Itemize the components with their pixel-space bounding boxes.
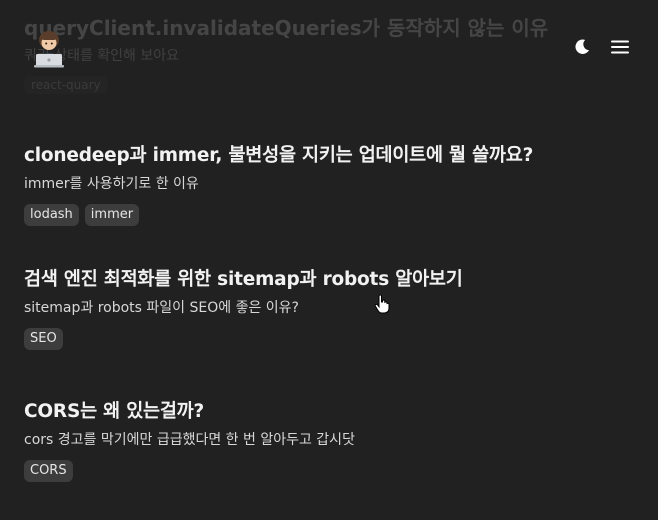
post-description: immer를 사용하기로 한 이유 [24, 176, 199, 192]
post-description: sitemap과 robots 파일이 SEO에 좋은 이유? [24, 300, 299, 316]
hand-pointer-icon [374, 294, 390, 314]
post-title[interactable]: CORS는 왜 있는걸까? [24, 399, 355, 425]
header-actions [572, 37, 630, 57]
tag-seo[interactable]: SEO [24, 328, 63, 350]
post-title[interactable]: clonedeep과 immer, 불변성을 지키는 업데이트에 뭘 쓸까요? [24, 143, 533, 169]
post-card[interactable]: clonedeep과 immer, 불변성을 지키는 업데이트에 뭘 쓸까요? … [24, 143, 533, 226]
blog-page: queryClient.invalidateQueries가 동작하지 않는 이… [0, 0, 658, 520]
tag-cors[interactable]: CORS [24, 460, 73, 482]
hamburger-menu-icon[interactable] [610, 37, 630, 57]
post-description: cors 경고를 막기에만 급급했다면 한 번 알아두고 갑시닷 [24, 432, 355, 448]
post-card[interactable]: 검색 엔진 최적화를 위한 sitemap과 robots 알아보기 sitem… [24, 267, 463, 350]
moon-icon[interactable] [572, 37, 592, 57]
post-title[interactable]: 검색 엔진 최적화를 위한 sitemap과 robots 알아보기 [24, 267, 463, 293]
tag-list: SEO [24, 328, 463, 350]
tag-immer[interactable]: immer [84, 204, 140, 226]
laptop-avatar-icon[interactable] [33, 30, 65, 68]
site-header [0, 0, 658, 96]
tag-list: CORS [24, 460, 355, 482]
tag-list: lodash immer [24, 204, 533, 226]
tag-lodash[interactable]: lodash [24, 204, 79, 226]
post-card[interactable]: CORS는 왜 있는걸까? cors 경고를 막기에만 급급했다면 한 번 알아… [24, 399, 355, 482]
